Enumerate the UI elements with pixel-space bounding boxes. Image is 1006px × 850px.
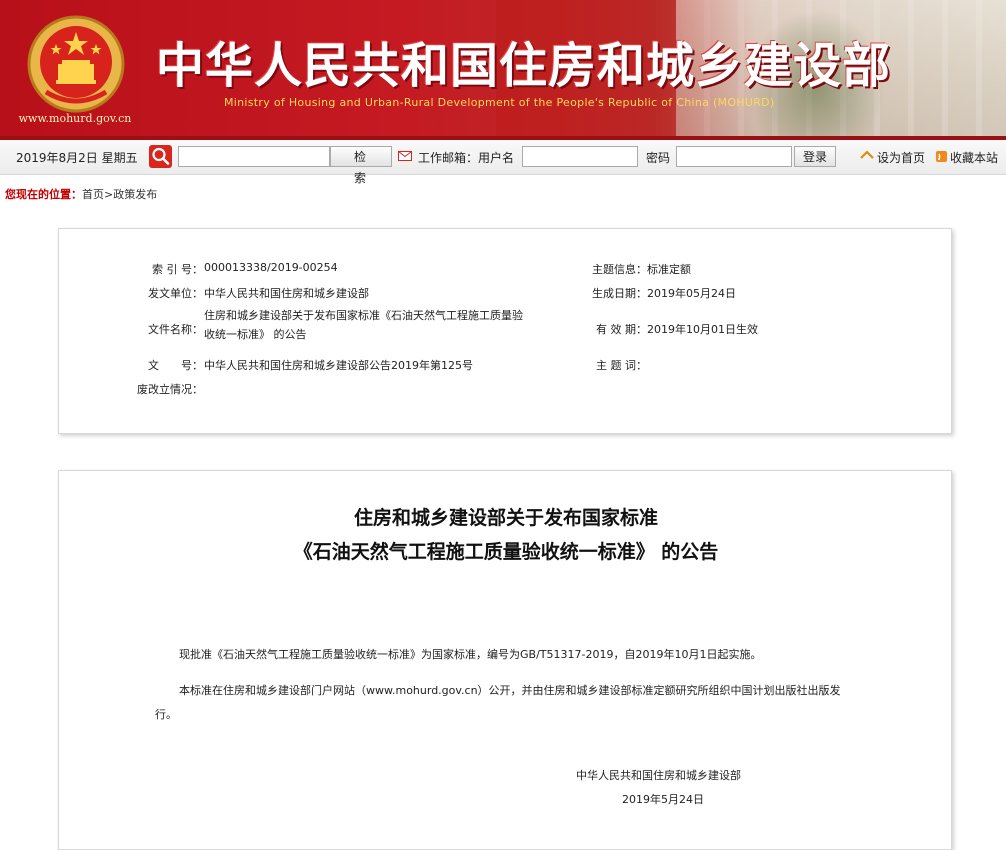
docno-value: 中华人民共和国住房和城乡建设部公告2019年第125号 [204, 359, 473, 372]
search-button[interactable]: 检 索 [330, 146, 392, 185]
document-meta-card: 索 引 号： 000013338/2019-00254 发文单位： 中华人民共和… [58, 228, 952, 434]
revision-label: 废改立情况： [137, 383, 203, 396]
mail-username-label: 工作邮箱：用户名 [418, 151, 515, 165]
article-title-line1: 住房和城乡建设部关于发布国家标准 [353, 507, 658, 529]
site-title-cn: 中华人民共和国住房和城乡建设部 [156, 38, 892, 94]
site-url: www.mohurd.gov.cn [18, 112, 132, 125]
article-sign-date: 2019年5月24日 [622, 793, 704, 806]
site-banner: www.mohurd.gov.cn 中华人民共和国住房和城乡建设部 Minist… [0, 0, 1006, 140]
valid-value: 2019年10月01日生效 [647, 323, 758, 336]
article-paragraph-1: 现批准《石油天然气工程施工质量验收统一标准》为国家标准，编号为GB/T51317… [179, 648, 762, 661]
index-label: 索 引 号： [152, 263, 203, 276]
index-value: 000013338/2019-00254 [204, 261, 338, 274]
password-field[interactable] [676, 146, 792, 167]
login-button[interactable]: 登录 [794, 146, 836, 167]
current-date: 2019年8月2日 星期五 [16, 151, 138, 165]
issuer-value: 中华人民共和国住房和城乡建设部 [204, 287, 369, 300]
created-value: 2019年05月24日 [647, 287, 736, 300]
docname-label: 文件名称： [148, 323, 203, 336]
article-signature: 中华人民共和国住房和城乡建设部 [576, 769, 741, 782]
bookmark-icon [936, 151, 947, 162]
site-title-en: Ministry of Housing and Urban-Rural Deve… [224, 96, 775, 109]
valid-label: 有 效 期： [596, 323, 647, 336]
docno-label: 文 号： [148, 359, 203, 372]
breadcrumb-path[interactable]: 首页>政策发布 [82, 188, 157, 201]
keyword-label: 主 题 词： [596, 359, 647, 372]
username-field[interactable] [522, 146, 638, 167]
home-icon [860, 150, 874, 159]
password-label: 密码 [646, 151, 671, 165]
article-card: 住房和城乡建设部关于发布国家标准 《石油天然气工程施工质量验收统一标准》 的公告… [58, 470, 952, 850]
mail-icon [398, 151, 412, 161]
topic-value: 标准定额 [647, 263, 691, 276]
article-paragraph-2: 本标准在住房和城乡建设部门户网站（www.mohurd.gov.cn）公开，并由… [155, 684, 841, 721]
breadcrumb-prefix: 您现在的位置： [5, 188, 82, 201]
issuer-label: 发文单位： [148, 287, 203, 300]
search-icon[interactable] [149, 145, 172, 168]
created-label: 生成日期： [592, 287, 647, 300]
top-toolbar: 2019年8月2日 星期五 检 索 工作邮箱：用户名 密码 登录 设为首页 收藏… [0, 140, 1006, 185]
breadcrumb: 您现在的位置：首页>政策发布 [5, 186, 157, 202]
national-emblem-icon [27, 15, 125, 113]
docname-value: 住房和城乡建设部关于发布国家标准《石油天然气工程施工质量验收统一标准》 的公告 [204, 309, 523, 341]
topic-label: 主题信息： [592, 263, 647, 276]
article-title-line2: 《石油天然气工程施工质量验收统一标准》 的公告 [293, 541, 719, 563]
search-input[interactable] [178, 146, 330, 167]
set-home-link[interactable]: 设为首页 [877, 149, 925, 166]
bookmark-link[interactable]: 收藏本站 [950, 149, 998, 166]
